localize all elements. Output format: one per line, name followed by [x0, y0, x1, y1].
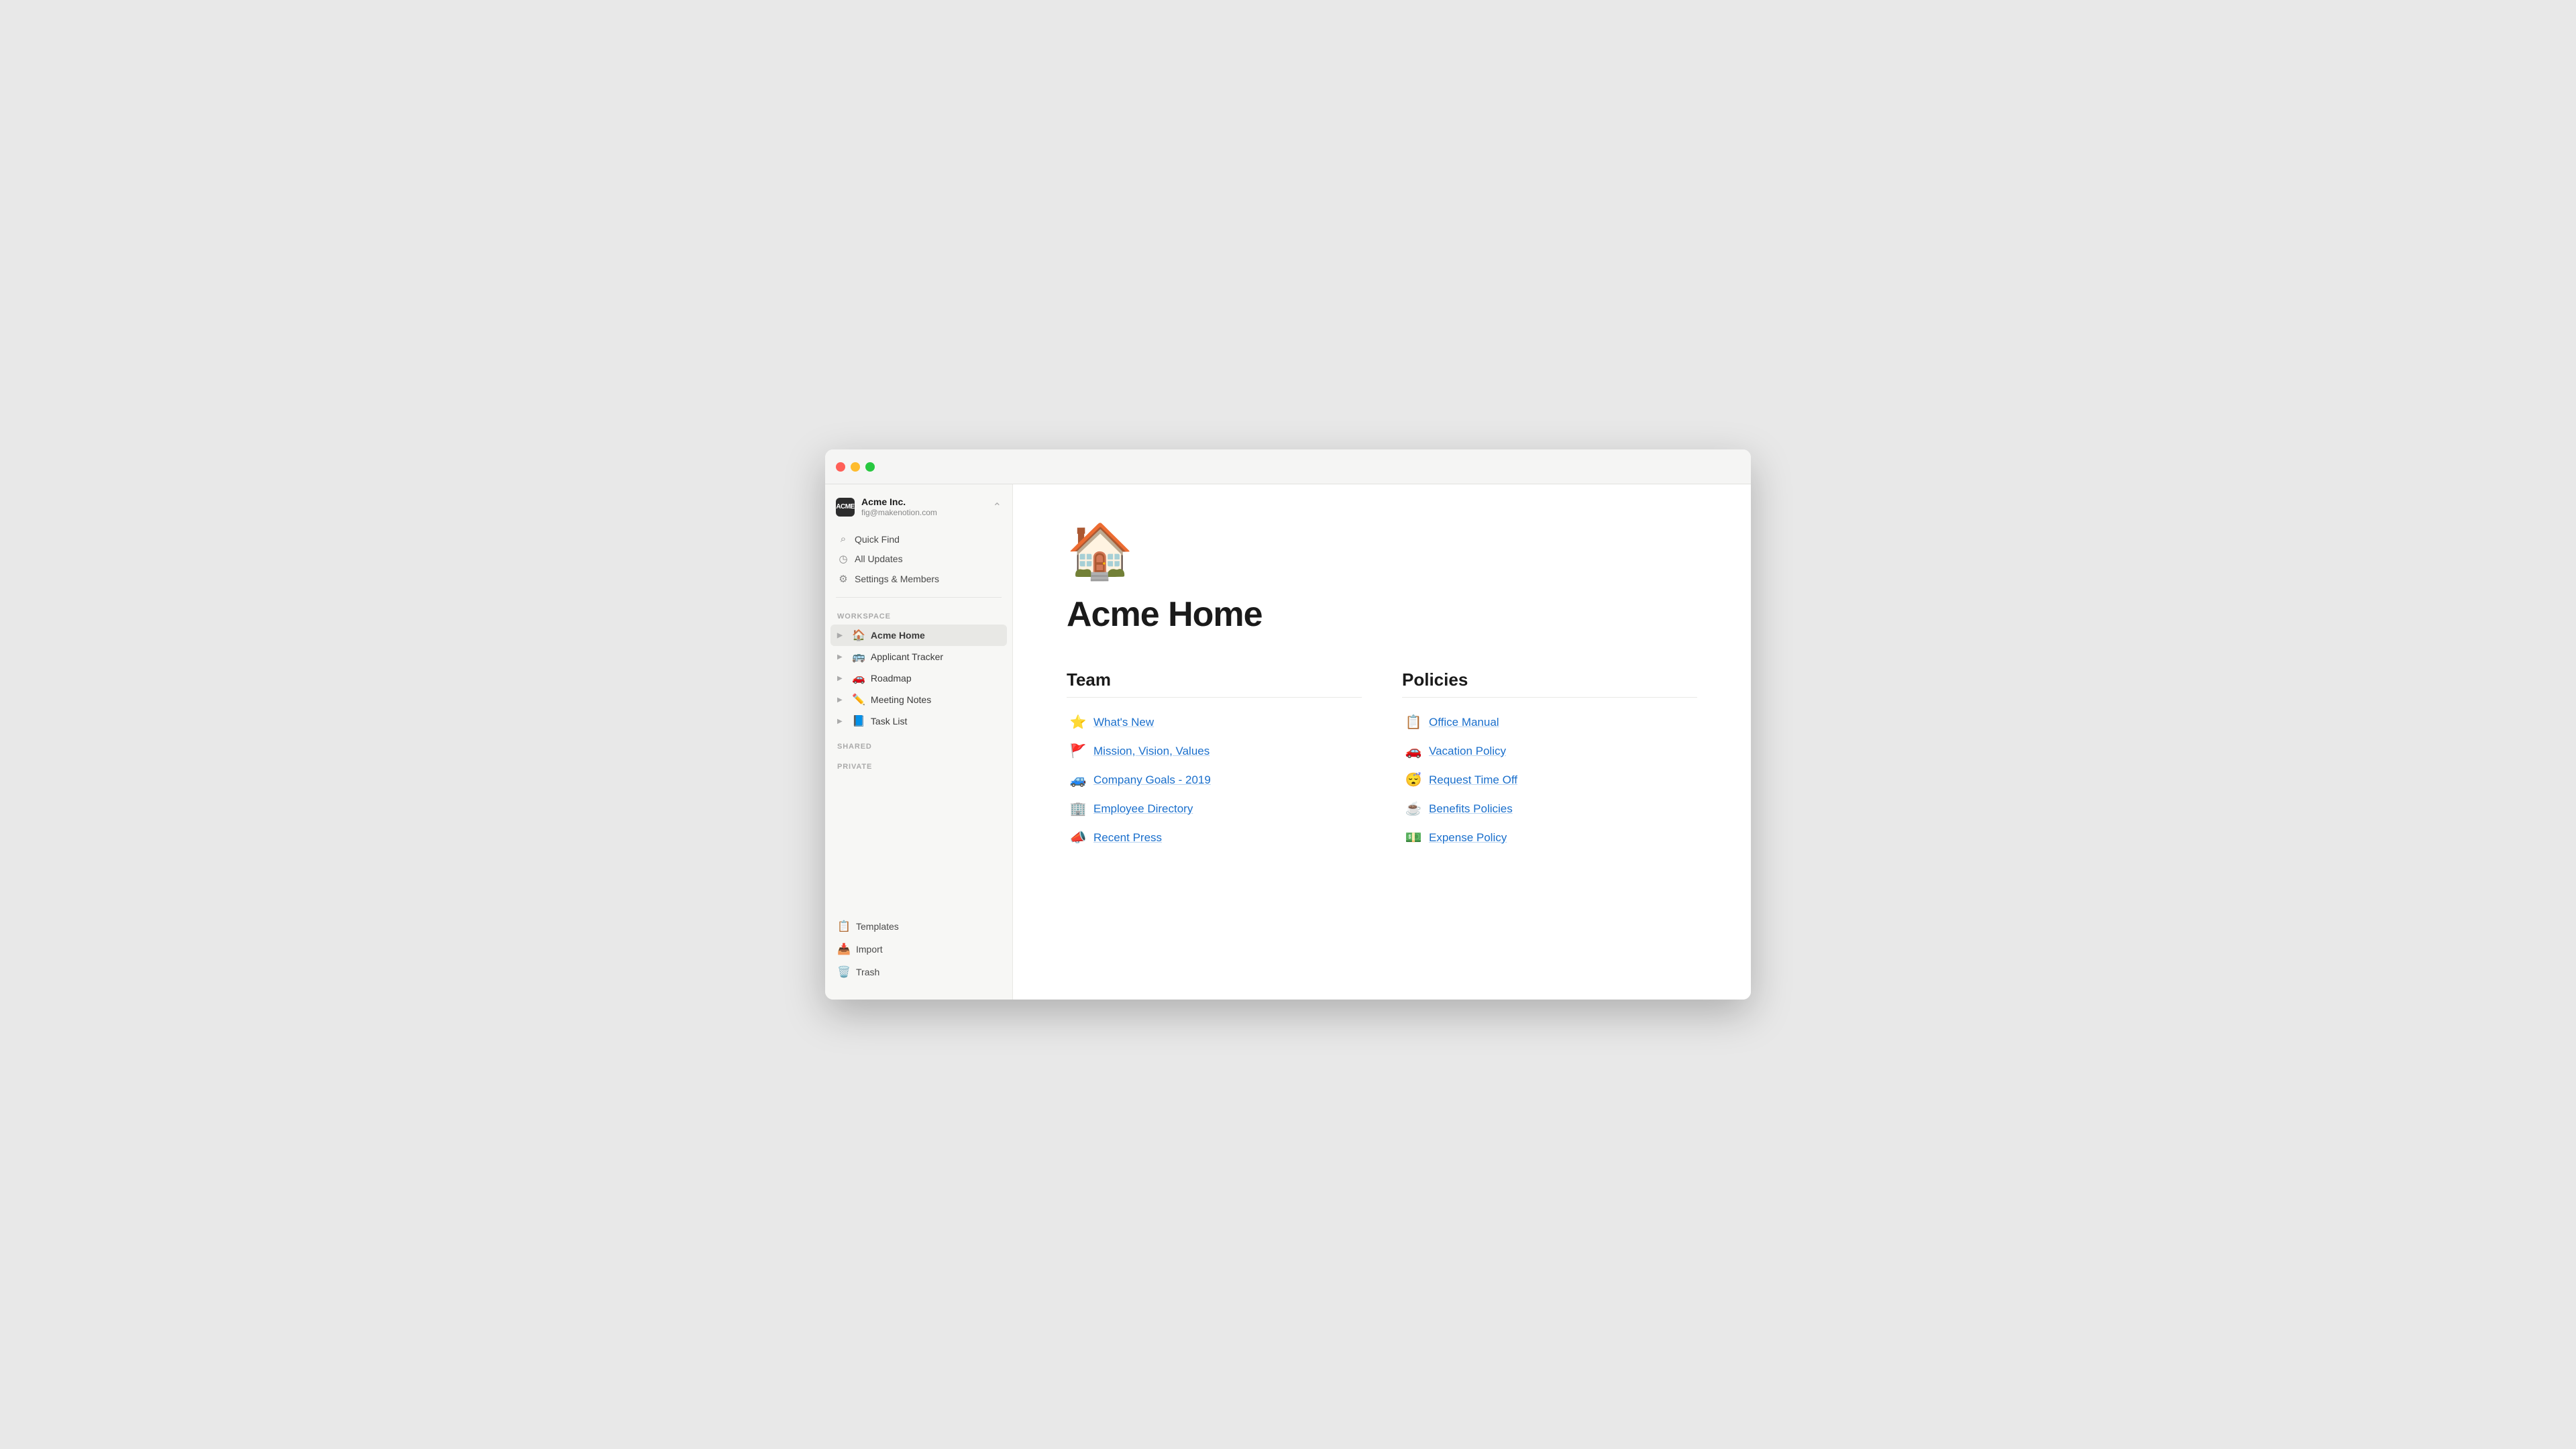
roadmap-emoji: 🚗: [852, 672, 865, 685]
sidebar-item-label: Task List: [871, 716, 1000, 727]
applicant-tracker-emoji: 🚌: [852, 650, 865, 663]
link-text: What's New: [1093, 716, 1154, 729]
chevron-right-icon: ▶: [837, 653, 847, 661]
sidebar-item-label: Meeting Notes: [871, 694, 1000, 705]
sidebar-item-templates[interactable]: 📋 Templates: [830, 915, 1007, 938]
sidebar-item-label: Trash: [856, 967, 879, 977]
app-body: ACME Acme Inc. fig@makenotion.com ⌃ ⌕ Qu…: [825, 484, 1751, 1000]
link-company-goals[interactable]: 🚙 Company Goals - 2019: [1067, 766, 1362, 794]
link-office-manual[interactable]: 📋 Office Manual: [1402, 708, 1697, 736]
link-text: Request Time Off: [1429, 773, 1517, 787]
sidebar-item-roadmap[interactable]: ▶ 🚗 Roadmap: [830, 667, 1007, 689]
sidebar-item-label: Templates: [856, 921, 899, 932]
chevron-right-icon: ▶: [837, 632, 847, 639]
sidebar-item-import[interactable]: 📥 Import: [830, 938, 1007, 961]
sidebar-item-label: Settings & Members: [855, 574, 939, 584]
sidebar-item-label: Roadmap: [871, 673, 1000, 684]
sidebar-item-task-list[interactable]: ▶ 📘 Task List: [830, 710, 1007, 732]
sidebar-item-quick-find[interactable]: ⌕ Quick Find: [830, 529, 1007, 549]
sidebar-nav: ⌕ Quick Find ◷ All Updates ⚙ Settings & …: [825, 527, 1012, 592]
link-text: Mission, Vision, Values: [1093, 745, 1210, 758]
sidebar-item-applicant-tracker[interactable]: ▶ 🚌 Applicant Tracker: [830, 646, 1007, 667]
link-mission-vision[interactable]: 🚩 Mission, Vision, Values: [1067, 737, 1362, 765]
link-request-time-off[interactable]: 😴 Request Time Off: [1402, 766, 1697, 794]
trash-icon: 🗑️: [837, 965, 851, 979]
sidebar-item-label: Acme Home: [871, 630, 1000, 641]
clock-icon: ◷: [837, 553, 849, 565]
workspace-name: Acme Inc.: [861, 496, 937, 508]
link-vacation-policy[interactable]: 🚗 Vacation Policy: [1402, 737, 1697, 765]
link-text: Office Manual: [1429, 716, 1499, 729]
workspace-logo: ACME: [836, 498, 855, 517]
import-icon: 📥: [837, 943, 851, 956]
workspace-section-label: WORKSPACE: [825, 603, 1012, 623]
app-window: ACME Acme Inc. fig@makenotion.com ⌃ ⌕ Qu…: [825, 449, 1751, 1000]
link-text: Vacation Policy: [1429, 745, 1506, 758]
workspace-info: ACME Acme Inc. fig@makenotion.com: [836, 496, 937, 517]
sidebar-item-all-updates[interactable]: ◷ All Updates: [830, 549, 1007, 569]
chevron-right-icon: ▶: [837, 675, 847, 682]
team-link-list: ⭐ What's New 🚩 Mission, Vision, Values 🚙…: [1067, 708, 1362, 851]
content-grid: Team ⭐ What's New 🚩 Mission, Vision, Val…: [1067, 669, 1697, 851]
page-title: Acme Home: [1067, 594, 1697, 635]
close-button[interactable]: [836, 462, 845, 472]
sidebar-item-acme-home[interactable]: ▶ 🏠 Acme Home: [830, 625, 1007, 646]
meeting-notes-emoji: ✏️: [852, 693, 865, 706]
sidebar-item-settings[interactable]: ⚙ Settings & Members: [830, 569, 1007, 589]
link-text: Company Goals - 2019: [1093, 773, 1211, 787]
workspace-header[interactable]: ACME Acme Inc. fig@makenotion.com ⌃: [825, 484, 1012, 527]
chevron-right-icon: ▶: [837, 718, 847, 725]
link-text: Recent Press: [1093, 831, 1162, 845]
link-expense-policy[interactable]: 💵 Expense Policy: [1402, 824, 1697, 851]
sidebar-item-meeting-notes[interactable]: ▶ ✏️ Meeting Notes: [830, 689, 1007, 710]
gear-icon: ⚙: [837, 573, 849, 585]
link-recent-press[interactable]: 📣 Recent Press: [1067, 824, 1362, 851]
sidebar-item-trash[interactable]: 🗑️ Trash: [830, 961, 1007, 983]
link-text: Employee Directory: [1093, 802, 1193, 816]
acme-home-emoji: 🏠: [852, 629, 865, 642]
workspace-items: ▶ 🏠 Acme Home ▶ 🚌 Applicant Tracker ▶ 🚗 …: [825, 623, 1012, 733]
policies-column: Policies 📋 Office Manual 🚗 Vacation Poli…: [1402, 669, 1697, 851]
titlebar: [825, 449, 1751, 484]
templates-icon: 📋: [837, 920, 851, 933]
main-content: 🏠 Acme Home Team ⭐ What's New 🚩 Mission,…: [1013, 484, 1751, 1000]
search-icon: ⌕: [837, 533, 849, 545]
team-column-title: Team: [1067, 669, 1362, 698]
policies-link-list: 📋 Office Manual 🚗 Vacation Policy 😴 Requ…: [1402, 708, 1697, 851]
maximize-button[interactable]: [865, 462, 875, 472]
policies-column-title: Policies: [1402, 669, 1697, 698]
sidebar-item-label: Applicant Tracker: [871, 651, 1000, 662]
link-text: Benefits Policies: [1429, 802, 1513, 816]
link-whats-new[interactable]: ⭐ What's New: [1067, 708, 1362, 736]
sidebar-item-label: Quick Find: [855, 534, 900, 545]
sidebar-bottom: 📋 Templates 📥 Import 🗑️ Trash: [825, 910, 1012, 986]
link-employee-directory[interactable]: 🏢 Employee Directory: [1067, 795, 1362, 822]
traffic-lights: [836, 462, 875, 472]
shared-section-label: SHARED: [825, 733, 1012, 753]
sidebar-divider: [836, 597, 1002, 598]
sidebar: ACME Acme Inc. fig@makenotion.com ⌃ ⌕ Qu…: [825, 484, 1013, 1000]
workspace-text: Acme Inc. fig@makenotion.com: [861, 496, 937, 517]
link-benefits-policies[interactable]: ☕ Benefits Policies: [1402, 795, 1697, 822]
task-list-emoji: 📘: [852, 714, 865, 728]
link-text: Expense Policy: [1429, 831, 1507, 845]
sidebar-item-label: All Updates: [855, 553, 903, 564]
workspace-email: fig@makenotion.com: [861, 508, 937, 517]
page-icon: 🏠: [1067, 525, 1697, 578]
sidebar-item-label: Import: [856, 944, 883, 955]
team-column: Team ⭐ What's New 🚩 Mission, Vision, Val…: [1067, 669, 1362, 851]
chevron-right-icon: ▶: [837, 696, 847, 704]
private-section-label: PRIVATE: [825, 753, 1012, 773]
minimize-button[interactable]: [851, 462, 860, 472]
workspace-chevron-icon[interactable]: ⌃: [993, 500, 1002, 514]
